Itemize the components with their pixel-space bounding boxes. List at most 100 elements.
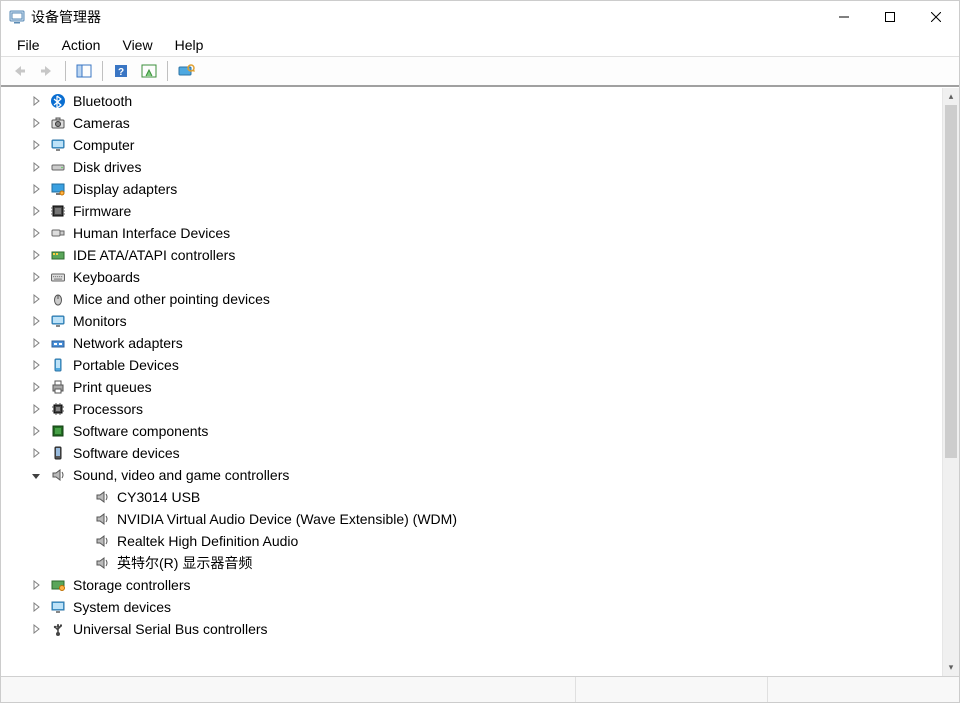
tree-node-label: Cameras [71,115,130,131]
tree-node[interactable]: Software devices [1,442,942,464]
tree-node-label: Network adapters [71,335,183,351]
maximize-button[interactable] [867,1,913,33]
ide-icon [49,246,67,264]
status-cell [1,677,576,702]
menu-file[interactable]: File [7,35,50,55]
tree-node[interactable]: Network adapters [1,332,942,354]
tree-node[interactable]: System devices [1,596,942,618]
chevron-right-icon[interactable] [29,226,43,240]
scan-hardware-button[interactable] [172,59,200,83]
toolbar-separator [102,61,103,81]
scroll-thumb[interactable] [945,105,957,458]
device-tree[interactable]: Bluetooth Cameras Computer Disk drives Displ… [1,88,942,676]
tree-node[interactable]: Print queues [1,376,942,398]
tree-node[interactable]: Processors [1,398,942,420]
chevron-right-icon[interactable] [29,380,43,394]
tree-node[interactable]: Monitors [1,310,942,332]
status-cell [768,677,959,702]
menu-help[interactable]: Help [165,35,214,55]
chevron-right-icon[interactable] [29,314,43,328]
swcomp-icon [49,422,67,440]
tree-leaf[interactable]: NVIDIA Virtual Audio Device (Wave Extens… [1,508,942,530]
chevron-down-icon[interactable] [29,468,43,482]
app-icon [9,9,25,25]
nav-back-button[interactable] [5,59,33,83]
tree-node-label: Software components [71,423,208,439]
monitor-icon [49,136,67,154]
tree-node-label: Software devices [71,445,180,461]
titlebar: 设备管理器 [1,1,959,33]
menubar: File Action View Help [1,33,959,57]
chevron-right-icon[interactable] [29,270,43,284]
monitor-icon [49,312,67,330]
minimize-button[interactable] [821,1,867,33]
tree-node[interactable]: Software components [1,420,942,442]
chevron-right-icon[interactable] [29,336,43,350]
tree-node-label: Computer [71,137,134,153]
chevron-right-icon[interactable] [29,292,43,306]
portable-icon [49,356,67,374]
tree-node[interactable]: Bluetooth [1,90,942,112]
chevron-right-icon[interactable] [29,182,43,196]
scroll-down-button[interactable]: ▾ [943,659,959,676]
chevron-right-icon[interactable] [29,116,43,130]
tree-node[interactable]: Storage controllers [1,574,942,596]
hid-icon [49,224,67,242]
show-hide-tree-button[interactable] [70,59,98,83]
swdev-icon [49,444,67,462]
tree-node[interactable]: Sound, video and game controllers [1,464,942,486]
chevron-right-icon[interactable] [29,248,43,262]
chevron-right-icon[interactable] [29,160,43,174]
scroll-up-button[interactable]: ▴ [943,88,959,105]
tree-node-label: Universal Serial Bus controllers [71,621,268,637]
tree-leaf[interactable]: 英特尔(R) 显示器音频 [1,552,942,574]
tree-node[interactable]: Disk drives [1,156,942,178]
sound-icon [93,532,111,550]
nav-forward-button[interactable] [33,59,61,83]
window-title: 设备管理器 [31,7,101,27]
bluetooth-icon [49,92,67,110]
menu-view[interactable]: View [112,35,162,55]
tree-node-label: Firmware [71,203,131,219]
tree-node[interactable]: Mice and other pointing devices [1,288,942,310]
tree-leaf[interactable]: Realtek High Definition Audio [1,530,942,552]
tree-node[interactable]: IDE ATA/ATAPI controllers [1,244,942,266]
chevron-right-icon[interactable] [29,446,43,460]
tree-node[interactable]: Firmware [1,200,942,222]
chevron-right-icon[interactable] [29,358,43,372]
tree-node-label: Storage controllers [71,577,191,593]
cpu-icon [49,400,67,418]
chevron-right-icon[interactable] [29,204,43,218]
chevron-right-icon[interactable] [29,578,43,592]
tree-node[interactable]: Universal Serial Bus controllers [1,618,942,640]
tree-leaf[interactable]: CY3014 USB [1,486,942,508]
chevron-right-icon[interactable] [29,424,43,438]
help-button[interactable]: ? [107,59,135,83]
display-icon [49,180,67,198]
vertical-scrollbar[interactable]: ▴ ▾ [942,88,959,676]
tree-node[interactable]: Computer [1,134,942,156]
chevron-right-icon[interactable] [29,600,43,614]
tree-node[interactable]: Keyboards [1,266,942,288]
tree-node[interactable]: Human Interface Devices [1,222,942,244]
tree-node-label: Monitors [71,313,127,329]
sound-icon [93,488,111,506]
menu-action[interactable]: Action [52,35,111,55]
tree-node[interactable]: Cameras [1,112,942,134]
sound-icon [93,554,111,572]
usb-icon [49,620,67,638]
tree-node[interactable]: Display adapters [1,178,942,200]
chevron-right-icon[interactable] [29,138,43,152]
chevron-right-icon[interactable] [29,94,43,108]
chevron-right-icon[interactable] [29,402,43,416]
close-button[interactable] [913,1,959,33]
tree-node-label: Human Interface Devices [71,225,230,241]
details-button[interactable] [135,59,163,83]
chevron-right-icon[interactable] [29,622,43,636]
tree-node-label: Display adapters [71,181,177,197]
tree-node[interactable]: Portable Devices [1,354,942,376]
disk-icon [49,158,67,176]
status-cell [576,677,768,702]
toolbar-separator [167,61,168,81]
toolbar-separator [65,61,66,81]
